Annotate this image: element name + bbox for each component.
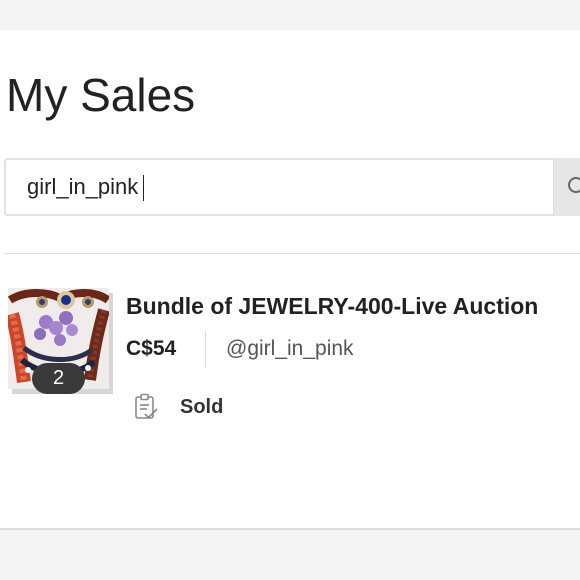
divider	[4, 253, 580, 254]
search-button[interactable]	[553, 158, 580, 216]
search-input[interactable]	[6, 160, 554, 214]
listing-title[interactable]: Bundle of JEWELRY-400-Live Auction	[126, 291, 538, 321]
search-icon	[568, 177, 580, 193]
top-bar	[0, 0, 580, 30]
listing-price: C$54	[126, 337, 177, 360]
clipboard-check-icon	[135, 393, 158, 419]
seller-username[interactable]: @girl_in_pink	[226, 335, 354, 363]
search-bar	[4, 158, 578, 216]
bottom-bar	[0, 530, 580, 580]
text-cursor	[143, 175, 144, 201]
status-label: Sold	[180, 396, 224, 418]
meta-divider	[205, 331, 206, 367]
photo-count-badge: 2	[32, 363, 85, 394]
page-title: My Sales	[6, 69, 196, 121]
